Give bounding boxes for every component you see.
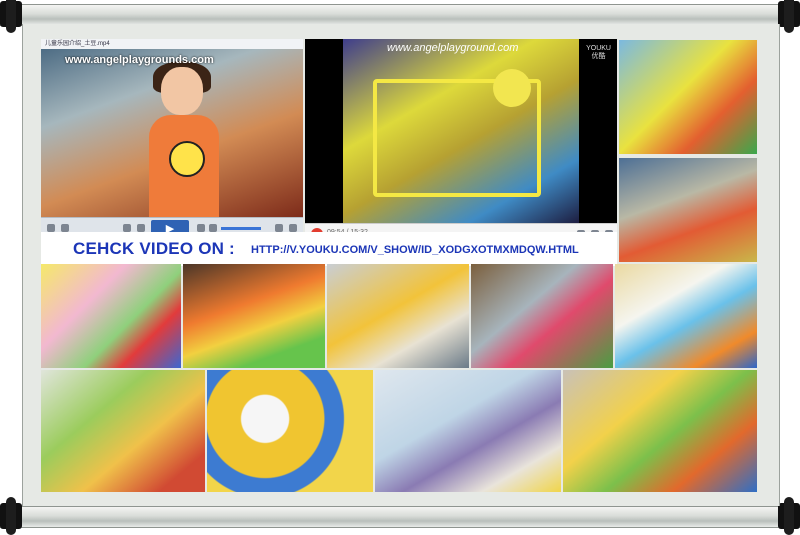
playground-structure-photo (619, 158, 757, 262)
photo-tunnel-corridor (183, 264, 325, 368)
rod-cap-bottom-right (778, 497, 800, 535)
settings-icon[interactable] (275, 224, 283, 232)
player1-title-bar: 儿童乐园介绍_土豆.mp4 (41, 39, 303, 49)
photo-toddler-area (615, 264, 757, 368)
photo-indoor-hall (375, 370, 561, 492)
video-link-banner: CEHCK VIDEO ON : HTTP://V.YOUKU.COM/V_SH… (41, 232, 617, 266)
eye-icon[interactable] (61, 224, 69, 232)
scroll-rod-bottom (0, 506, 800, 528)
photo-castle-structure (41, 370, 205, 492)
smiley-shirt-print (169, 141, 205, 177)
youku-logo: YOUKU 优酷 (586, 45, 611, 61)
youku-logo-line2: 优酷 (591, 53, 606, 60)
youku-logo-line1: YOUKU (586, 45, 611, 52)
video-url-link[interactable]: HTTP://V.YOUKU.COM/V_SHOW/ID_XODGXOTMXMD… (251, 244, 579, 256)
collage-canvas: 儿童乐园介绍_土豆.mp4 www.angelplaygrounds.com ▶… (22, 24, 780, 506)
video-player-1[interactable]: 儿童乐园介绍_土豆.mp4 www.angelplaygrounds.com ▶ (41, 39, 303, 239)
photo-kids-playing (471, 264, 613, 368)
prev-icon[interactable] (137, 224, 145, 232)
photo-soft-play-area (563, 370, 757, 492)
rod-cap-top-right (778, 0, 800, 33)
photo-slide-ball-pit (41, 264, 181, 368)
check-video-label: CEHCK VIDEO ON : (73, 239, 235, 258)
stop-icon[interactable] (123, 224, 131, 232)
photo-tube-slide-closeup (207, 370, 373, 492)
next-icon[interactable] (197, 224, 205, 232)
host-face (161, 67, 203, 115)
menu-icon[interactable] (47, 224, 55, 232)
rod-cap-bottom-left (0, 497, 22, 535)
volume-slider[interactable] (221, 227, 261, 230)
scroll-rod-top (0, 4, 800, 26)
photo-yellow-slide (327, 264, 469, 368)
player1-video-frame[interactable]: www.angelplaygrounds.com (41, 49, 303, 217)
player2-watermark: www.angelplayground.com (387, 42, 519, 54)
rod-cap-top-left (0, 0, 22, 33)
fullscreen-icon[interactable] (289, 224, 297, 232)
player2-video-frame[interactable]: www.angelplayground.com (343, 39, 579, 223)
player1-watermark: www.angelplaygrounds.com (65, 54, 214, 66)
video-player-2[interactable]: www.angelplayground.com YOUKU 优酷 09:54 /… (305, 39, 617, 243)
round-window (493, 69, 531, 107)
playground-layout-render (619, 40, 757, 154)
volume-icon[interactable] (209, 224, 217, 232)
